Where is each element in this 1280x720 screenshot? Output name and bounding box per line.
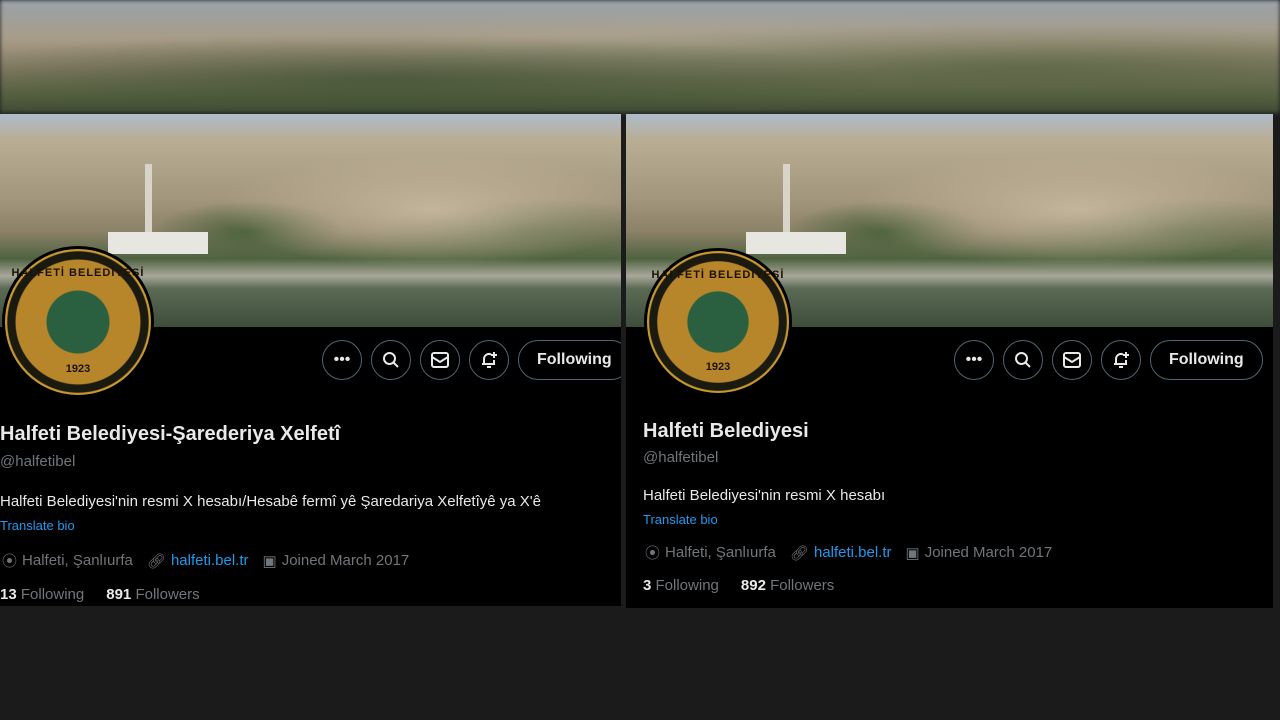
more-button[interactable]: •••: [954, 340, 994, 380]
location-icon: ⦿: [2, 553, 18, 570]
location: Halfeti, Şanlıurfa: [665, 544, 776, 561]
calendar-icon: ▣: [905, 544, 920, 562]
display-name: Halfeti Belediyesi-Şarederiya Xelfetî: [0, 423, 341, 445]
bell-plus-icon: [1114, 352, 1129, 368]
joined-date: Joined March 2017: [924, 544, 1053, 561]
blurred-banner-background: [0, 0, 1280, 113]
following-link[interactable]: 13 Following: [0, 586, 84, 603]
bio: Halfeti Belediyesi'nin resmi X hesabı/He…: [0, 493, 541, 510]
more-icon: •••: [965, 351, 983, 368]
translate-bio-link[interactable]: Translate bio: [643, 512, 718, 527]
link-icon: 🔗︎: [789, 544, 809, 562]
location-icon: ⦿: [645, 545, 661, 562]
more-icon: •••: [333, 351, 351, 368]
handle: @halfetibel: [0, 453, 76, 470]
link-icon: 🔗︎: [146, 552, 166, 570]
profile-new: HALFETİ BELEDİYESİ 1923 ••• Following Hal…: [626, 114, 1273, 608]
following-button[interactable]: Following: [1150, 340, 1263, 380]
followers-link[interactable]: 892 Followers: [741, 577, 834, 594]
search-button[interactable]: [371, 340, 411, 380]
website-link[interactable]: halfeti.bel.tr: [814, 544, 892, 561]
following-link[interactable]: 3 Following: [643, 577, 719, 594]
following-button[interactable]: Following: [518, 340, 621, 380]
message-button[interactable]: [420, 340, 460, 380]
location: Halfeti, Şanlıurfa: [22, 552, 133, 569]
followers-link[interactable]: 891 Followers: [106, 586, 199, 603]
search-icon: [1015, 352, 1031, 368]
more-button[interactable]: •••: [322, 340, 362, 380]
search-button[interactable]: [1003, 340, 1043, 380]
display-name: Halfeti Belediyesi: [643, 420, 809, 442]
translate-bio-link[interactable]: Translate bio: [0, 518, 75, 533]
profile-old: HALFETİ BELEDİYESİ 1923 ••• Following Hal…: [0, 114, 621, 606]
notify-button[interactable]: [469, 340, 509, 380]
message-button[interactable]: [1052, 340, 1092, 380]
website-link[interactable]: halfeti.bel.tr: [171, 552, 249, 569]
joined-date: Joined March 2017: [281, 552, 410, 569]
calendar-icon: ▣: [262, 552, 277, 570]
avatar[interactable]: HALFETİ BELEDİYESİ 1923: [2, 246, 154, 398]
bio: Halfeti Belediyesi'nin resmi X hesabı: [643, 487, 886, 504]
bell-plus-icon: [482, 352, 497, 368]
search-icon: [383, 352, 399, 368]
handle: @halfetibel: [643, 449, 719, 466]
avatar[interactable]: HALFETİ BELEDİYESİ 1923: [644, 248, 792, 396]
notify-button[interactable]: [1101, 340, 1141, 380]
mail-icon: [431, 352, 449, 368]
mail-icon: [1063, 352, 1081, 368]
